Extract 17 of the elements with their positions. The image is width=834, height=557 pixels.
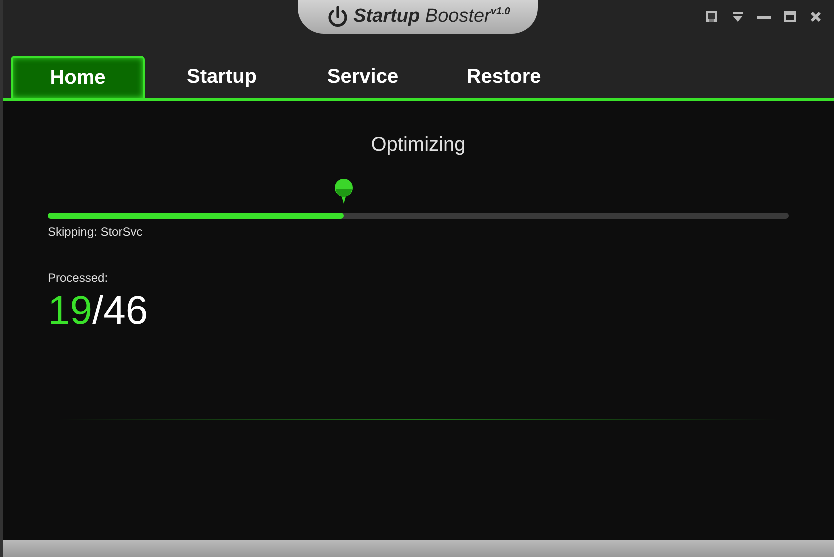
total-count: 46 — [104, 289, 148, 334]
tab[interactable]: Startup — [152, 56, 292, 98]
progress-heading: Optimizing — [370, 134, 467, 157]
processed-label: Processed: — [48, 271, 110, 285]
dropdown-icon — [732, 11, 744, 23]
status-text: Skipping: StorSvc — [48, 225, 144, 239]
window-title: Startup Booster$^{v1.0}$ — [354, 6, 510, 28]
power-icon — [326, 5, 350, 29]
count-separator: / — [92, 289, 104, 334]
maximize-icon — [784, 11, 796, 23]
tab[interactable]: Service — [293, 56, 433, 98]
processed-count: 19 — [48, 289, 92, 334]
skin-icon — [706, 11, 718, 23]
close-icon — [810, 11, 822, 23]
tab[interactable]: Restore — [434, 56, 574, 98]
marker-icon — [334, 179, 354, 205]
tab[interactable]: Home — [11, 56, 145, 98]
